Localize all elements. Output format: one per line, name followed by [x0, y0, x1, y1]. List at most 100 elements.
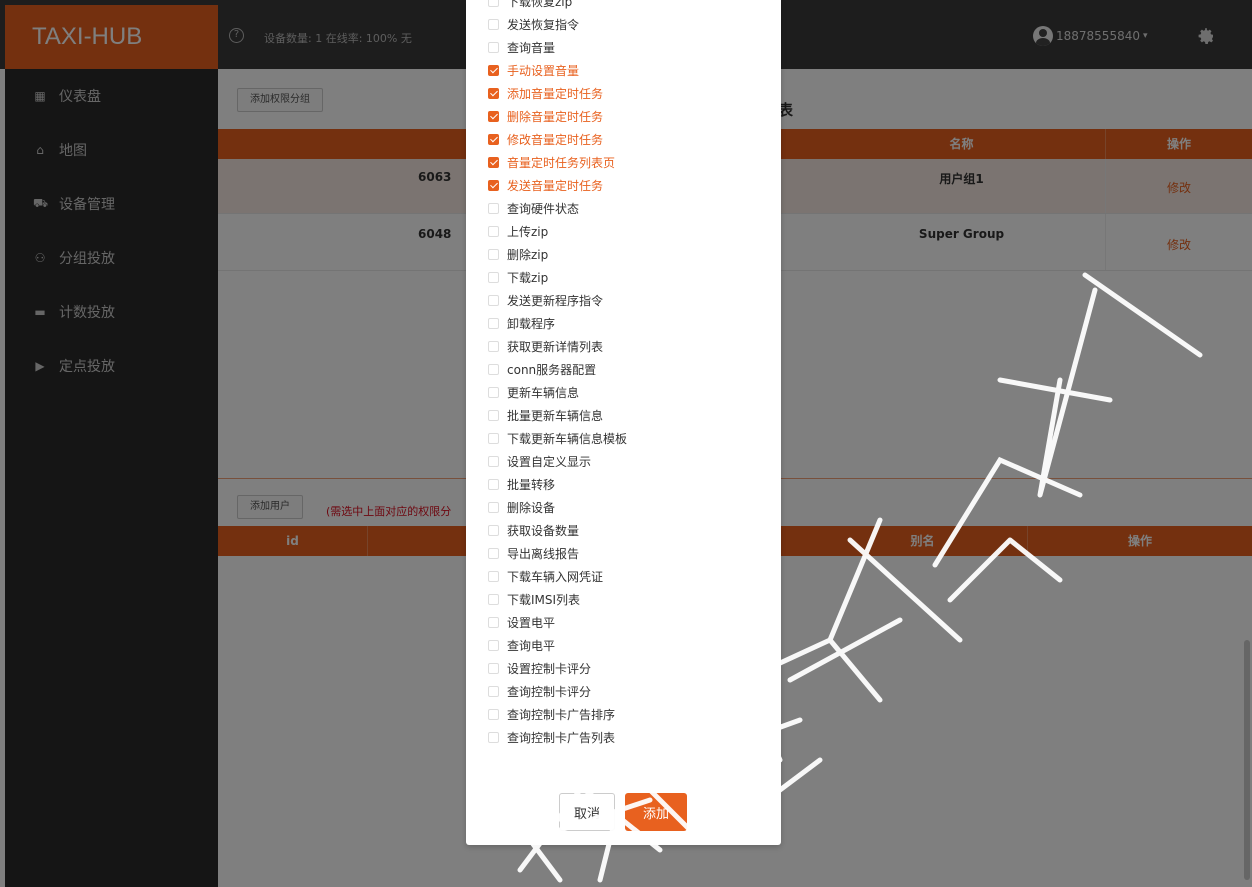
permission-label: 更新车辆信息: [507, 386, 580, 400]
permission-modal: 下载恢复zip 发送恢复指令 查询音量手动设置音量添加音量定时任务删除音量定时任务修…: [466, 0, 781, 845]
scrollbar[interactable]: [1244, 640, 1250, 880]
checkbox[interactable]: [488, 456, 499, 467]
permission-label: 查询音量: [507, 41, 556, 55]
permission-label: 上传zip: [507, 225, 549, 239]
checkbox[interactable]: [488, 226, 499, 237]
checkbox[interactable]: [488, 111, 499, 122]
checkbox[interactable]: [488, 410, 499, 421]
permission-label: 下载更新车辆信息模板: [507, 432, 628, 446]
checkbox[interactable]: [488, 663, 499, 674]
checkbox[interactable]: [488, 88, 499, 99]
permission-item[interactable]: 修改音量定时任务: [488, 128, 768, 151]
permission-label: 音量定时任务列表页: [507, 156, 616, 170]
permission-item[interactable]: 查询电平: [488, 634, 768, 657]
checkbox[interactable]: [488, 479, 499, 490]
permission-label: conn服务器配置: [507, 363, 597, 377]
permission-item[interactable]: 下载更新车辆信息模板: [488, 427, 768, 450]
permission-item[interactable]: 导出离线报告: [488, 542, 768, 565]
permission-item[interactable]: 下载车辆入网凭证: [488, 565, 768, 588]
permission-item[interactable]: 发送音量定时任务: [488, 174, 768, 197]
permission-label: 导出离线报告: [507, 547, 580, 561]
permission-item[interactable]: 查询控制卡广告列表: [488, 726, 768, 749]
checkbox[interactable]: [488, 341, 499, 352]
permission-item[interactable]: 下载IMSI列表: [488, 588, 768, 611]
checkbox[interactable]: [488, 42, 499, 53]
checkbox[interactable]: [488, 433, 499, 444]
permission-label: 手动设置音量: [507, 64, 580, 78]
permission-item[interactable]: 下载zip: [488, 266, 768, 289]
permission-label: 设置控制卡评分: [507, 662, 592, 676]
permission-label: 修改音量定时任务: [507, 133, 604, 147]
permission-label: 获取更新详情列表: [507, 340, 604, 354]
checkbox[interactable]: [488, 525, 499, 536]
permission-item[interactable]: 删除音量定时任务: [488, 105, 768, 128]
permission-item[interactable]: 设置电平: [488, 611, 768, 634]
checkbox[interactable]: [488, 364, 499, 375]
checkbox[interactable]: [488, 19, 499, 30]
checkbox[interactable]: [488, 548, 499, 559]
permission-item[interactable]: 发送恢复指令: [488, 13, 768, 36]
permission-label: 批量转移: [507, 478, 556, 492]
permission-label: 添加音量定时任务: [507, 87, 604, 101]
permission-item[interactable]: 更新车辆信息: [488, 381, 768, 404]
checkbox[interactable]: [488, 249, 499, 260]
permission-label: 下载恢复zip: [507, 0, 573, 9]
checkbox[interactable]: [488, 709, 499, 720]
checkbox[interactable]: [488, 318, 499, 329]
permission-list: 下载恢复zip 发送恢复指令 查询音量手动设置音量添加音量定时任务删除音量定时任务修…: [488, 0, 768, 749]
permission-label: 下载车辆入网凭证: [507, 570, 604, 584]
permission-label: 下载IMSI列表: [507, 593, 581, 607]
checkbox[interactable]: [488, 134, 499, 145]
permission-item[interactable]: 下载恢复zip: [488, 0, 768, 13]
permission-item[interactable]: 查询硬件状态: [488, 197, 768, 220]
permission-item[interactable]: 手动设置音量: [488, 59, 768, 82]
permission-label: 查询控制卡广告列表: [507, 731, 616, 745]
checkbox[interactable]: [488, 502, 499, 513]
permission-item[interactable]: 音量定时任务列表页: [488, 151, 768, 174]
checkbox[interactable]: [488, 571, 499, 582]
checkbox[interactable]: [488, 272, 499, 283]
checkbox[interactable]: [488, 387, 499, 398]
permission-label: 查询电平: [507, 639, 556, 653]
checkbox[interactable]: [488, 157, 499, 168]
permission-item[interactable]: 获取设备数量: [488, 519, 768, 542]
permission-label: 卸载程序: [507, 317, 556, 331]
modal-actions: 取消 添加: [559, 793, 687, 831]
permission-label: 查询硬件状态: [507, 202, 580, 216]
permission-label: 发送音量定时任务: [507, 179, 604, 193]
permission-item[interactable]: 查询音量: [488, 36, 768, 59]
permission-item[interactable]: 删除设备: [488, 496, 768, 519]
checkbox[interactable]: [488, 686, 499, 697]
permission-label: 删除zip: [507, 248, 549, 262]
checkbox[interactable]: [488, 640, 499, 651]
permission-label: 设置电平: [507, 616, 556, 630]
cancel-button[interactable]: 取消: [559, 793, 615, 831]
permission-item[interactable]: 批量更新车辆信息: [488, 404, 768, 427]
permission-label: 批量更新车辆信息: [507, 409, 604, 423]
permission-item[interactable]: 发送更新程序指令: [488, 289, 768, 312]
checkbox[interactable]: [488, 295, 499, 306]
permission-item[interactable]: 设置控制卡评分: [488, 657, 768, 680]
permission-item[interactable]: 查询控制卡广告排序: [488, 703, 768, 726]
permission-item[interactable]: 获取更新详情列表: [488, 335, 768, 358]
checkbox[interactable]: [488, 203, 499, 214]
permission-label: 发送恢复指令: [507, 18, 580, 32]
permission-item[interactable]: conn服务器配置: [488, 358, 768, 381]
permission-item[interactable]: 上传zip: [488, 220, 768, 243]
checkbox[interactable]: [488, 617, 499, 628]
checkbox[interactable]: [488, 0, 499, 7]
permission-item[interactable]: 批量转移: [488, 473, 768, 496]
permission-item[interactable]: 查询控制卡评分: [488, 680, 768, 703]
permission-label: 查询控制卡评分: [507, 685, 592, 699]
add-button[interactable]: 添加: [625, 793, 687, 831]
permission-item[interactable]: 删除zip: [488, 243, 768, 266]
permission-label: 下载zip: [507, 271, 549, 285]
permission-label: 设置自定义显示: [507, 455, 592, 469]
checkbox[interactable]: [488, 732, 499, 743]
checkbox[interactable]: [488, 180, 499, 191]
permission-item[interactable]: 添加音量定时任务: [488, 82, 768, 105]
permission-item[interactable]: 卸载程序: [488, 312, 768, 335]
permission-item[interactable]: 设置自定义显示: [488, 450, 768, 473]
checkbox[interactable]: [488, 594, 499, 605]
checkbox[interactable]: [488, 65, 499, 76]
